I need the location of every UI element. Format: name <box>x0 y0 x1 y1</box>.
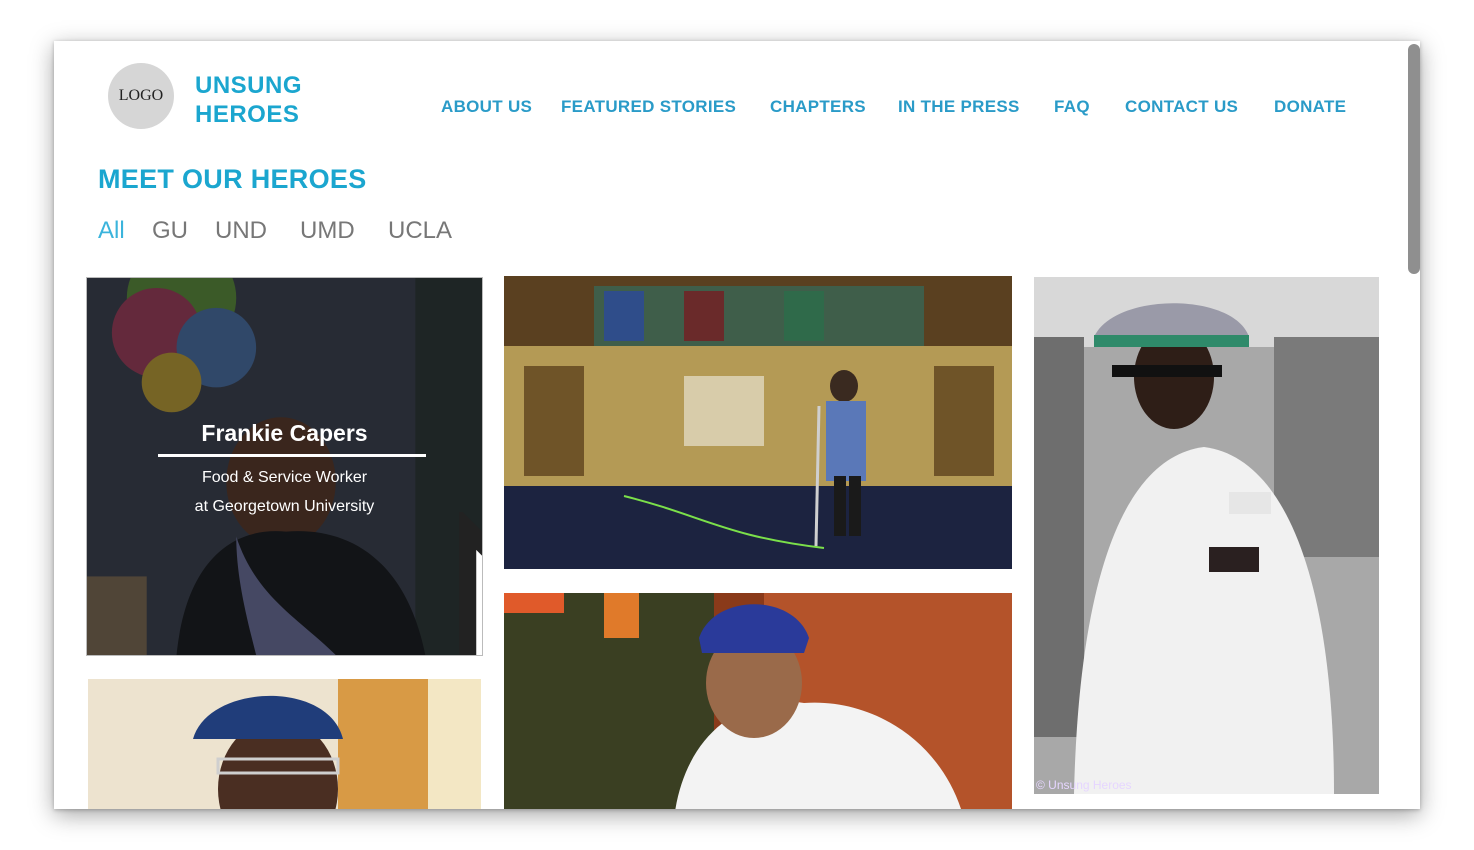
divider <box>158 454 426 457</box>
logo-text: LOGO <box>118 87 164 104</box>
scrollbar[interactable] <box>1408 44 1420 274</box>
hero-card-cook-blue-cap[interactable] <box>504 593 1012 809</box>
nav-contact-us[interactable]: CONTACT US <box>1125 97 1238 117</box>
brand-line-1: UNSUNG <box>195 72 303 99</box>
hero-card-library[interactable] <box>504 276 1012 569</box>
photo-watermark: © Unsung Heroes <box>1036 778 1132 792</box>
hero-card-chef-kitchen[interactable]: © Unsung Heroes <box>1034 277 1379 794</box>
filter-gu[interactable]: GU <box>152 217 188 245</box>
hero-photo <box>504 276 1012 569</box>
filter-all[interactable]: All <box>98 217 125 245</box>
nav-featured-stories[interactable]: FEATURED STORIES <box>561 97 736 117</box>
hero-name: Frankie Capers <box>201 420 368 446</box>
hero-card-man-cap[interactable] <box>88 679 481 809</box>
page-title: MEET OUR HEROES <box>98 164 367 194</box>
brand-line-2: HEROES <box>195 101 300 128</box>
nav-in-the-press[interactable]: IN THE PRESS <box>898 97 1020 117</box>
filter-ucla[interactable]: UCLA <box>388 217 452 245</box>
nav-chapters[interactable]: CHAPTERS <box>770 97 866 117</box>
browser-window: LOGO UNSUNG HEROES ABOUT US FEATURED STO… <box>54 41 1420 809</box>
nav-about-us[interactable]: ABOUT US <box>441 97 532 117</box>
hero-role: Food & Service Worker <box>201 469 368 486</box>
hero-photo <box>88 679 481 809</box>
nav-faq[interactable]: FAQ <box>1054 97 1090 117</box>
brand-name[interactable]: UNSUNG HEROES <box>195 71 302 129</box>
mouse-cursor-icon <box>459 512 482 655</box>
hero-photo <box>504 593 1012 809</box>
nav-donate[interactable]: DONATE <box>1274 97 1346 117</box>
hero-card-frankie-capers[interactable]: Frankie Capers Food & Service Worker at … <box>86 277 483 656</box>
filter-und[interactable]: UND <box>215 217 267 245</box>
filter-umd[interactable]: UMD <box>300 217 355 245</box>
logo[interactable]: LOGO <box>108 63 174 129</box>
hero-photo <box>1034 277 1379 794</box>
